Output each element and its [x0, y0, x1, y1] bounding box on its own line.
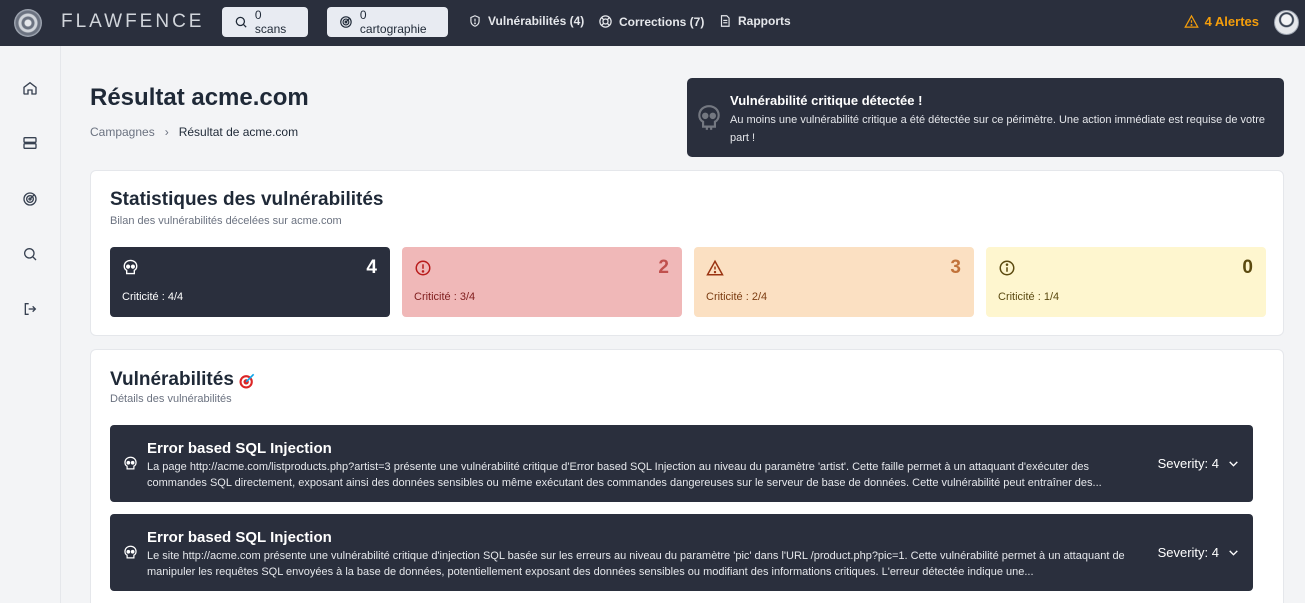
stat-criticity: Criticité : 1/4 [998, 291, 1060, 303]
chevron-down-icon[interactable] [1227, 546, 1240, 559]
scans-label: 0 scans [254, 8, 287, 36]
vulnerability-title: Error based SQL Injection [147, 440, 332, 457]
sidebar-item-servers[interactable] [20, 133, 40, 153]
alerts-label: 4 Alertes [1204, 14, 1259, 29]
brand-name[interactable]: FLAWFENCE [61, 11, 204, 33]
nav-corrections-label: Corrections (7) [619, 14, 705, 29]
alerts-button[interactable]: 4 Alertes [1183, 14, 1259, 29]
stat-criticity: Criticité : 3/4 [414, 291, 476, 303]
scans-button[interactable]: 0 scans [222, 7, 308, 37]
top-bar: FLAWFENCE 0 scans 0 cartographie Vulnéra… [0, 0, 1305, 46]
cartography-label: 0 cartographie [359, 8, 427, 36]
stat-medium: 3 Criticité : 2/4 [694, 247, 974, 317]
nav-reports[interactable]: Rapports [718, 14, 791, 28]
skull-icon [124, 545, 137, 559]
skull-icon [123, 259, 138, 275]
sidebar [0, 46, 61, 603]
nav-corrections[interactable]: Corrections (7) [598, 14, 704, 29]
server-icon [23, 137, 37, 149]
radar-icon [23, 192, 37, 206]
breadcrumb: Campagnes › Résultat de acme.com [90, 125, 298, 139]
stats-card: Statistiques des vulnérabilités Bilan de… [90, 170, 1284, 336]
stat-criticity: Criticité : 4/4 [122, 291, 184, 303]
stat-critical: 4 Criticité : 4/4 [110, 247, 390, 317]
search-icon [235, 16, 247, 28]
stat-count: 2 [658, 257, 669, 278]
vulnerability-description: Le site http://acme.com présente une vul… [147, 550, 1125, 578]
vulnerability-description: La page http://acme.com/listproducts.php… [147, 461, 1102, 489]
vulnerability-item[interactable]: Error based SQL Injection La page http:/… [110, 425, 1253, 502]
logout-icon [24, 303, 37, 315]
stat-count: 4 [366, 257, 377, 278]
vulnerabilities-card: Vulnérabilités Détails des vulnérabilité… [90, 349, 1284, 603]
sidebar-item-cartography[interactable] [20, 189, 40, 209]
shield-icon [470, 15, 480, 27]
info-circle-icon [999, 260, 1015, 276]
cartography-button[interactable]: 0 cartographie [327, 7, 448, 37]
stat-count: 3 [950, 257, 961, 278]
vulnerability-item[interactable]: Error based SQL Injection Le site http:/… [110, 514, 1253, 591]
vulns-title-wrap: Vulnérabilités [110, 368, 257, 391]
severity-label: Severity: 4 [1157, 545, 1219, 560]
stat-low: 0 Criticité : 1/4 [986, 247, 1266, 317]
stats-subtitle: Bilan des vulnérabilités décelées sur ac… [110, 215, 342, 227]
radar-icon [340, 16, 352, 28]
avatar[interactable] [1274, 10, 1299, 35]
warning-triangle-icon [1183, 14, 1199, 28]
target-icon [239, 373, 255, 389]
alert-text: Au moins une vulnérabilité critique a ét… [730, 114, 1266, 144]
warning-triangle-icon [706, 259, 724, 276]
nav-vulnerabilities-label: Vulnérabilités (4) [488, 14, 585, 28]
severity-label: Severity: 4 [1157, 456, 1219, 471]
chevron-down-icon[interactable] [1227, 457, 1240, 470]
search-icon [24, 248, 37, 261]
chevron-right-icon: › [164, 125, 169, 139]
nav-reports-label: Rapports [738, 14, 791, 28]
nav-vulnerabilities[interactable]: Vulnérabilités (4) [468, 14, 584, 28]
sidebar-item-logout[interactable] [20, 299, 40, 319]
vulnerability-title: Error based SQL Injection [147, 529, 332, 546]
stats-title: Statistiques des vulnérabilités [110, 189, 384, 210]
skull-icon [698, 105, 720, 130]
vulns-title: Vulnérabilités [110, 368, 234, 390]
home-icon [23, 81, 37, 95]
stat-high: 2 Criticité : 3/4 [402, 247, 682, 317]
alert-circle-icon [415, 260, 431, 276]
breadcrumb-current: Résultat de acme.com [178, 125, 299, 139]
stat-count: 0 [1242, 257, 1253, 278]
skull-icon [124, 456, 137, 470]
stat-criticity: Criticité : 2/4 [706, 291, 768, 303]
logo-icon[interactable] [14, 9, 42, 37]
document-icon [720, 15, 730, 27]
sidebar-item-home[interactable] [20, 78, 40, 98]
page-title: Résultat acme.com [90, 84, 309, 111]
critical-alert-banner: Vulnérabilité critique détectée ! Au moi… [687, 78, 1284, 157]
alert-title: Vulnérabilité critique détectée ! [730, 93, 923, 108]
vulns-subtitle: Détails des vulnérabilités [110, 393, 232, 405]
lifebuoy-icon [599, 15, 612, 28]
sidebar-item-search[interactable] [20, 244, 40, 264]
breadcrumb-campaigns[interactable]: Campagnes [90, 125, 155, 139]
